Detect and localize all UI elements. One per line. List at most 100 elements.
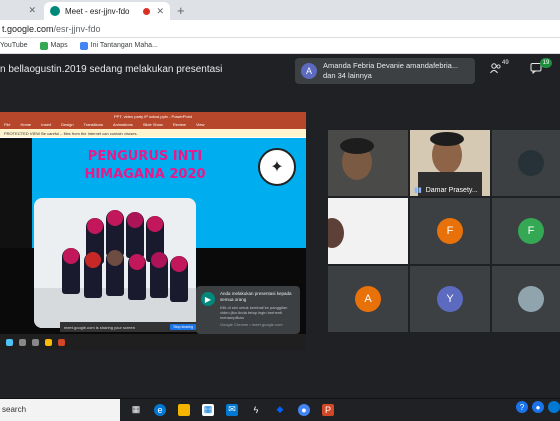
ribbon-tab: File <box>4 122 11 127</box>
address-bar[interactable]: t.google.com/esr-jjnv-fdo <box>0 20 560 38</box>
taskbar-apps: ▦ e ▦ ✉ ϟ ◆ ● P <box>130 403 334 416</box>
participant-tile[interactable] <box>328 130 408 196</box>
address-host: t.google.com <box>2 23 54 34</box>
avatar: F <box>518 218 544 244</box>
meet-favicon-icon <box>50 6 60 16</box>
dropbox-icon[interactable]: ◆ <box>274 404 286 416</box>
file-explorer-icon[interactable] <box>178 403 190 416</box>
tray-icon[interactable]: ● <box>532 401 544 413</box>
participant-nametag: ▮▮ Damar Prasety... <box>414 186 478 195</box>
avatar: F <box>437 218 463 244</box>
participant-tile[interactable] <box>492 130 560 196</box>
protected-view-bar: PROTECTED VIEW Be careful – files from t… <box>0 129 306 137</box>
person <box>84 252 102 298</box>
meet-stage: n bellaogustin.2019 sedang melakukan pre… <box>0 54 560 398</box>
stop-sharing-button[interactable]: Stop sharing <box>170 324 196 330</box>
ribbon-tab: Animations <box>113 122 133 127</box>
search-box[interactable]: search <box>0 398 120 421</box>
slide-title: PENGURUS INTI HIMAGANA 2020 <box>60 148 230 184</box>
organization-logo-icon: ✦ <box>258 148 296 186</box>
chat-button[interactable]: 19 <box>530 58 552 80</box>
person <box>62 248 80 294</box>
participant-tile[interactable]: A <box>328 266 408 332</box>
attendee-line-2: dan 34 lainnya <box>323 71 372 80</box>
powerpoint-icon[interactable]: P <box>322 403 334 416</box>
tray-icon[interactable] <box>548 401 560 413</box>
lightning-icon[interactable]: ϟ <box>250 404 262 416</box>
participant-tile[interactable] <box>328 198 408 264</box>
close-icon[interactable]: ✕ <box>28 5 36 16</box>
hair <box>340 138 374 154</box>
attendees-chip[interactable]: A Amanda Febria Devanie amandafebria... … <box>295 58 475 84</box>
participant-tile[interactable]: Y <box>410 266 490 332</box>
ribbon-tab: Slide Show <box>142 122 163 127</box>
avatar: A <box>301 63 317 79</box>
bookmark-youtube[interactable]: YouTube <box>0 42 28 49</box>
close-icon[interactable]: ✕ <box>156 6 164 17</box>
participant-name: Damar Prasety... <box>425 186 478 194</box>
previous-tab[interactable]: ✕ <box>0 0 42 20</box>
windows-taskbar: search ▦ e ▦ ✉ ϟ ◆ ● P ? ● <box>0 398 560 421</box>
chrome-icon <box>45 338 52 346</box>
powerpoint-icon <box>58 338 65 346</box>
person <box>170 256 188 302</box>
app-icon <box>32 338 39 346</box>
share-bar-text: meet.google.com is sharing your screen <box>64 324 135 330</box>
avatar <box>518 286 544 312</box>
system-tray: ? ● <box>516 401 560 413</box>
hair <box>430 132 464 146</box>
group-photo <box>34 198 196 328</box>
help-icon[interactable]: ? <box>516 401 528 413</box>
new-tab-button[interactable]: + <box>177 3 185 18</box>
browser-tab-bar: ✕ Meet - esr-jjnv-fdo ✕ + <box>0 0 560 20</box>
edge-icon[interactable]: e <box>154 403 166 416</box>
ppt-window-title: PPT. video party IP solusi.pptx - PowerP… <box>0 112 306 120</box>
person <box>150 252 168 298</box>
ribbon-tab: Insert <box>41 122 52 127</box>
audio-wave-icon: ▮▮ <box>414 187 422 194</box>
participant-tile[interactable]: F <box>410 198 490 264</box>
address-path: /esr-jjnv-fdo <box>53 23 101 34</box>
ribbon-tab: Home <box>20 122 32 127</box>
ribbon-tab: Design <box>61 122 74 127</box>
tab-title: Meet - esr-jjnv-fdo <box>65 6 130 16</box>
presenter-title: n bellaogustin.2019 sedang melakukan pre… <box>0 64 223 75</box>
ribbon-tab: Transitions <box>83 122 104 127</box>
people-icon <box>490 63 501 74</box>
app-icon <box>19 338 26 346</box>
bookmark-label: YouTube <box>0 42 28 49</box>
maps-icon <box>39 41 48 50</box>
mail-icon[interactable]: ✉ <box>226 403 238 416</box>
task-view-icon[interactable]: ▦ <box>130 404 142 416</box>
person <box>128 254 146 300</box>
tab-meet[interactable]: Meet - esr-jjnv-fdo ✕ <box>44 2 170 20</box>
avatar: A <box>355 286 381 312</box>
avatar <box>518 150 544 176</box>
participant-tile[interactable] <box>492 266 560 332</box>
people-button[interactable]: 49 <box>490 60 512 80</box>
search-placeholder: search <box>2 405 27 414</box>
bookmark-label: Ini Tantangan Maha... <box>90 42 158 49</box>
person <box>106 250 124 296</box>
presenting-toast[interactable]: ▶ Anda melakukan presentasi kepada semua… <box>196 286 300 334</box>
meet-icon: ▶ <box>201 292 215 306</box>
recording-icon <box>143 7 151 15</box>
person <box>126 212 144 258</box>
attendee-line-1: Amanda Febria Devanie amandafebria... <box>323 61 459 70</box>
chrome-icon[interactable]: ● <box>298 403 310 416</box>
screen-share-bar: meet.google.com is sharing your screen S… <box>60 322 200 332</box>
bookmark-maps[interactable]: Maps <box>39 41 68 50</box>
ribbon-tab: View <box>195 122 205 127</box>
toast-source: Google Chrome • meet.google.com <box>220 322 283 327</box>
store-icon[interactable]: ▦ <box>202 403 214 416</box>
bookmark-tantangan[interactable]: Ini Tantangan Maha... <box>79 41 158 50</box>
bookmark-label: Maps <box>50 42 68 49</box>
attendees-text: Amanda Febria Devanie amandafebria... da… <box>323 61 458 81</box>
slide-title-line-1: PENGURUS INTI <box>87 149 203 164</box>
slide-title-line-2: HIMAGANA 2020 <box>84 167 206 182</box>
ppt-ribbon: File Home Insert Design Transitions Anim… <box>0 120 306 129</box>
toast-title: Anda melakukan presentasi kepada semua o… <box>220 291 292 302</box>
participant-tile[interactable]: F <box>492 198 560 264</box>
people-count: 49 <box>502 60 509 66</box>
participant-tile-damar[interactable]: ▮▮ Damar Prasety... <box>410 130 490 196</box>
